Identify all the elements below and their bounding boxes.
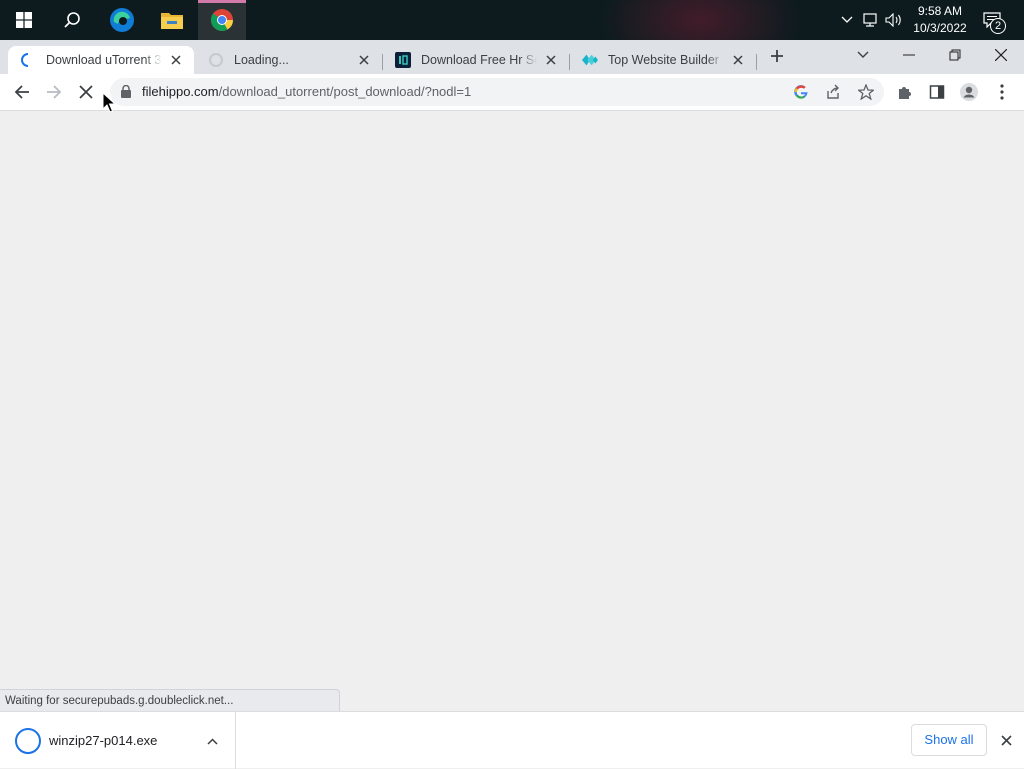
- menu-kebab-icon[interactable]: [988, 78, 1016, 106]
- url-domain: filehippo.com: [142, 84, 219, 99]
- loading-spinner-icon: [20, 52, 36, 68]
- close-icon[interactable]: [996, 730, 1016, 750]
- edge-icon[interactable]: [98, 0, 146, 40]
- tab-search-chevron-icon[interactable]: [840, 40, 886, 70]
- address-bar[interactable]: filehippo.com/download_utorrent/post_dow…: [110, 78, 884, 106]
- new-tab-icon[interactable]: [763, 42, 791, 70]
- tab-close-icon[interactable]: [168, 52, 184, 68]
- system-clock[interactable]: 9:58 AM 10/3/2022: [908, 3, 972, 37]
- show-all-button[interactable]: Show all: [911, 724, 987, 756]
- back-arrow-icon[interactable]: [8, 78, 36, 106]
- site-favicon: [582, 52, 598, 68]
- side-panel-icon[interactable]: [923, 78, 951, 106]
- chevron-up-icon[interactable]: [202, 732, 222, 750]
- page-content: [0, 111, 1024, 711]
- tab-title: Top Website Builder Software: [608, 53, 724, 67]
- search-icon[interactable]: [48, 0, 96, 40]
- loading-spinner-icon: [208, 52, 224, 68]
- share-icon[interactable]: [825, 84, 841, 103]
- lock-icon[interactable]: [121, 84, 131, 101]
- download-shelf: winzip27-p014.exe Show all: [0, 711, 1024, 769]
- download-progress-ring-icon: [15, 728, 41, 754]
- status-bubble: Waiting for securepubads.g.doubleclick.n…: [0, 689, 340, 711]
- tab-close-icon[interactable]: [543, 52, 559, 68]
- url-text: filehippo.com/download_utorrent/post_dow…: [142, 84, 471, 99]
- minimize-icon[interactable]: [886, 40, 932, 70]
- tab-title: Download uTorrent 3.5: [46, 53, 162, 67]
- chrome-icon[interactable]: [198, 0, 246, 40]
- chevron-up-icon[interactable]: [838, 0, 856, 40]
- volume-icon[interactable]: [884, 0, 904, 40]
- tab-title: Download Free Hr Software: [421, 53, 537, 67]
- tab-close-icon[interactable]: [356, 52, 372, 68]
- notification-badge: 2: [990, 18, 1006, 34]
- mouse-cursor-icon: [102, 91, 117, 114]
- extensions-puzzle-icon[interactable]: [891, 78, 919, 106]
- close-window-icon[interactable]: [978, 40, 1024, 70]
- forward-arrow-icon: [40, 78, 68, 106]
- tab-close-icon[interactable]: [730, 52, 746, 68]
- stop-loading-icon[interactable]: [72, 78, 100, 106]
- network-icon[interactable]: [860, 0, 882, 40]
- google-lens-icon[interactable]: [793, 84, 809, 103]
- clock-time: 9:58 AM: [917, 4, 963, 18]
- tab-title: Loading...: [234, 53, 289, 67]
- bookmark-star-icon[interactable]: [856, 83, 876, 103]
- url-path: /download_utorrent/post_download/?nodl=1: [218, 84, 472, 99]
- file-explorer-icon[interactable]: [148, 0, 196, 40]
- wallpaper-glow: [600, 0, 800, 40]
- tab-website-builder[interactable]: Top Website Builder Software: [570, 46, 756, 74]
- browser-toolbar: filehippo.com/download_utorrent/post_dow…: [0, 74, 1024, 111]
- tab-separator: [756, 54, 757, 70]
- tab-loading[interactable]: Loading...: [196, 46, 382, 74]
- windows-start-icon[interactable]: [0, 0, 48, 40]
- profile-avatar-icon[interactable]: [955, 78, 983, 106]
- clock-date: 10/3/2022: [913, 21, 967, 35]
- restore-icon[interactable]: [932, 40, 978, 70]
- tab-hr-software[interactable]: Download Free Hr Software: [383, 46, 569, 74]
- download-filename: winzip27-p014.exe: [49, 733, 158, 748]
- site-favicon: [395, 52, 411, 68]
- tab-download-utorrent[interactable]: Download uTorrent 3.5: [8, 46, 194, 74]
- taskbar: 9:58 AM 10/3/2022 2: [0, 0, 1024, 40]
- download-item[interactable]: winzip27-p014.exe: [0, 712, 236, 769]
